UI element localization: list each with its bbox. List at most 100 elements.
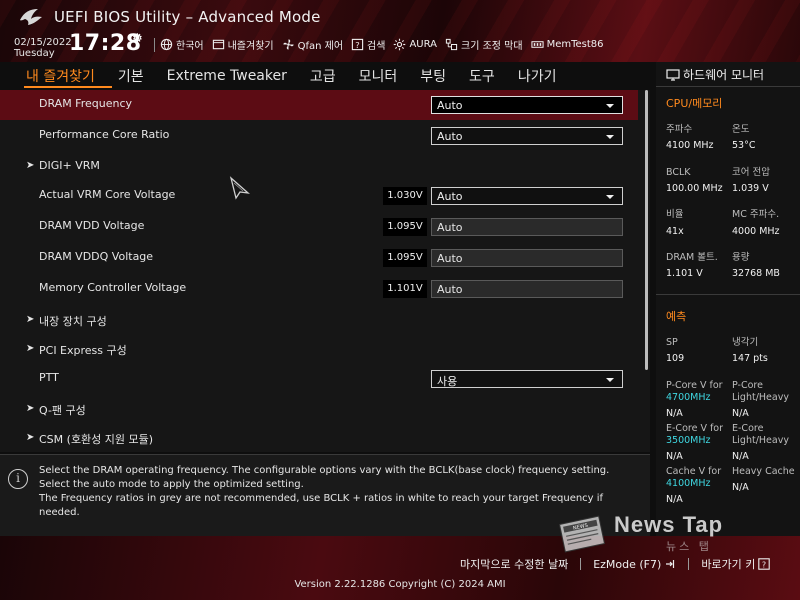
- mc-freq-label: MC 주파수.: [732, 209, 780, 220]
- globe-icon: [160, 38, 173, 50]
- tab-tool[interactable]: 도구: [469, 66, 495, 86]
- qfan-control-label: Qfan 제어: [297, 40, 344, 52]
- date-display: 02/15/2022 Tuesday: [14, 37, 72, 59]
- core-voltage-value: 1.039 V: [732, 183, 769, 194]
- svg-text:?: ?: [355, 39, 359, 49]
- tab-extreme-tweaker[interactable]: Extreme Tweaker: [167, 68, 287, 84]
- hardware-monitor-panel: 하드웨어 모니터 CPU/메모리 주파수 온도 4100 MHz 53°C BC…: [656, 62, 800, 536]
- footer-divider: [688, 558, 690, 570]
- day-text: Tuesday: [14, 48, 55, 59]
- setting-row-actual-vrm-core-voltage[interactable]: Actual VRM Core Voltage 1.030V Auto: [0, 181, 638, 211]
- capacity-value: 32768 MB: [732, 268, 780, 279]
- footer-divider: [580, 558, 582, 570]
- language-button[interactable]: 한국어: [160, 37, 204, 52]
- cpu-temp-label: 온도: [732, 124, 750, 135]
- cooler-value: 147 pts: [732, 353, 768, 364]
- setting-label: CSM (호환성 지원 모듈): [39, 433, 154, 446]
- help-question-icon: ?: [758, 558, 771, 570]
- exit-arrow-icon: [666, 560, 675, 568]
- dram-vdd-voltage-input[interactable]: Auto: [431, 218, 623, 236]
- setting-row-onboard-devices[interactable]: ➤ 내장 장치 구성: [0, 306, 638, 336]
- capacity-label: 용량: [732, 252, 750, 263]
- svg-text:?: ?: [762, 560, 766, 569]
- ezmode-button[interactable]: EzMode (F7): [593, 558, 676, 571]
- my-favorites-label: 내즐겨찾기: [227, 40, 274, 52]
- dropdown-value: 사용: [437, 375, 458, 388]
- favorites-icon: [212, 39, 224, 49]
- dram-vddq-voltage-input[interactable]: Auto: [431, 249, 623, 267]
- cache-v-label: Cache V for: [666, 466, 722, 477]
- bclk-label: BCLK: [666, 167, 691, 178]
- actual-vrm-core-voltage-dropdown[interactable]: Auto: [431, 187, 623, 205]
- dropdown-value: Auto: [437, 190, 463, 203]
- tab-main[interactable]: 기본: [118, 66, 144, 86]
- help-line-1: Select the DRAM operating frequency. The…: [39, 465, 610, 490]
- dram-voltage-value: 1.101 V: [666, 268, 703, 279]
- chevron-down-icon: [606, 378, 614, 382]
- date-text: 02/15/2022: [14, 37, 72, 48]
- monitor-icon: [666, 68, 680, 81]
- watermark-text: News Tap: [614, 512, 724, 537]
- setting-row-dram-vddq-voltage[interactable]: DRAM VDDQ Voltage 1.095V Auto: [0, 243, 638, 273]
- voltage-readout: 1.030V: [383, 187, 427, 205]
- voltage-readout: 1.095V: [383, 249, 427, 267]
- ecore-v-freq: 3500MHz: [666, 435, 711, 446]
- rog-logo-icon: [20, 9, 42, 25]
- setting-label: 내장 장치 구성: [39, 315, 107, 328]
- settings-scrollbar[interactable]: [645, 90, 648, 370]
- hotkeys-button[interactable]: 바로가기 키 ?: [701, 556, 771, 572]
- news-tap-watermark: NEWS News Tap 뉴스 탭: [556, 512, 756, 556]
- memtest86-button[interactable]: MemTest86: [530, 38, 604, 51]
- ecore-lh-value: N/A: [732, 451, 749, 462]
- ratio-label: 비율: [666, 209, 684, 220]
- ratio-value: 41x: [666, 226, 684, 237]
- setting-row-dram-vdd-voltage[interactable]: DRAM VDD Voltage 1.095V Auto: [0, 212, 638, 242]
- resize-bar-button[interactable]: 크기 조정 막대: [445, 37, 523, 52]
- tab-advanced[interactable]: 고급: [310, 66, 336, 86]
- setting-label: PCI Express 구성: [39, 344, 127, 357]
- cooler-label: 냉각기: [732, 337, 759, 348]
- dram-voltage-label: DRAM 볼트.: [666, 252, 718, 263]
- hardware-monitor-title-text: 하드웨어 모니터: [683, 68, 765, 82]
- setting-row-performance-core-ratio[interactable]: Performance Core Ratio Auto: [0, 121, 638, 151]
- input-value: Auto: [437, 283, 463, 296]
- qfan-control-button[interactable]: Qfan 제어: [282, 37, 343, 52]
- cpu-temp-value: 53°C: [732, 140, 756, 151]
- search-button[interactable]: ? 검색: [351, 37, 385, 52]
- clock-display: 17:28: [69, 31, 142, 56]
- setting-row-qfan-config[interactable]: ➤ Q-팬 구성: [0, 395, 638, 425]
- setting-row-digi-vrm[interactable]: ➤ DIGI+ VRM: [0, 152, 638, 182]
- ecore-lh-label-2: Light/Heavy: [732, 435, 789, 446]
- help-description-bar: i Select the DRAM operating frequency. T…: [0, 454, 650, 536]
- app-title: UEFI BIOS Utility – Advanced Mode: [54, 8, 321, 26]
- my-favorites-button[interactable]: 내즐겨찾기: [212, 37, 274, 52]
- tab-boot[interactable]: 부팅: [420, 66, 446, 86]
- chevron-down-icon: [606, 104, 614, 108]
- setting-row-dram-frequency[interactable]: DRAM Frequency Auto: [0, 90, 638, 120]
- setting-row-memory-controller-voltage[interactable]: Memory Controller Voltage 1.101V Auto: [0, 274, 638, 304]
- tab-exit[interactable]: 나가기: [518, 66, 557, 86]
- last-modified-button[interactable]: 마지막으로 수정한 날짜: [460, 556, 568, 572]
- sp-label: SP: [666, 337, 678, 348]
- memory-controller-voltage-input[interactable]: Auto: [431, 280, 623, 298]
- newspaper-logo-icon: NEWS: [558, 515, 606, 553]
- dram-frequency-dropdown[interactable]: Auto: [431, 96, 623, 114]
- heavy-cache-value: N/A: [732, 482, 749, 493]
- setting-label: Performance Core Ratio: [39, 128, 170, 141]
- setting-label: DIGI+ VRM: [39, 159, 100, 172]
- performance-core-ratio-dropdown[interactable]: Auto: [431, 127, 623, 145]
- tab-monitor[interactable]: 모니터: [359, 66, 398, 86]
- footer-links: 마지막으로 수정한 날짜 EzMode (F7) 바로가기 키 ?: [460, 556, 771, 572]
- input-value: Auto: [437, 252, 463, 265]
- setting-row-pci-express[interactable]: ➤ PCI Express 구성: [0, 335, 638, 365]
- aura-icon: [394, 38, 406, 50]
- setting-row-csm[interactable]: ➤ CSM (호환성 지원 모듈): [0, 424, 638, 452]
- tab-my-favorites[interactable]: 내 즐겨찾기: [26, 66, 95, 86]
- setting-row-ptt[interactable]: PTT 사용: [0, 364, 638, 394]
- setting-label: DRAM VDD Voltage: [39, 219, 145, 232]
- help-line-2: The Frequency ratios in grey are not rec…: [39, 493, 604, 518]
- clock-settings-gear-icon[interactable]: ⚙: [132, 31, 143, 45]
- active-tab-underline: [24, 86, 112, 88]
- ptt-dropdown[interactable]: 사용: [431, 370, 623, 388]
- aura-button[interactable]: AURA: [393, 38, 437, 51]
